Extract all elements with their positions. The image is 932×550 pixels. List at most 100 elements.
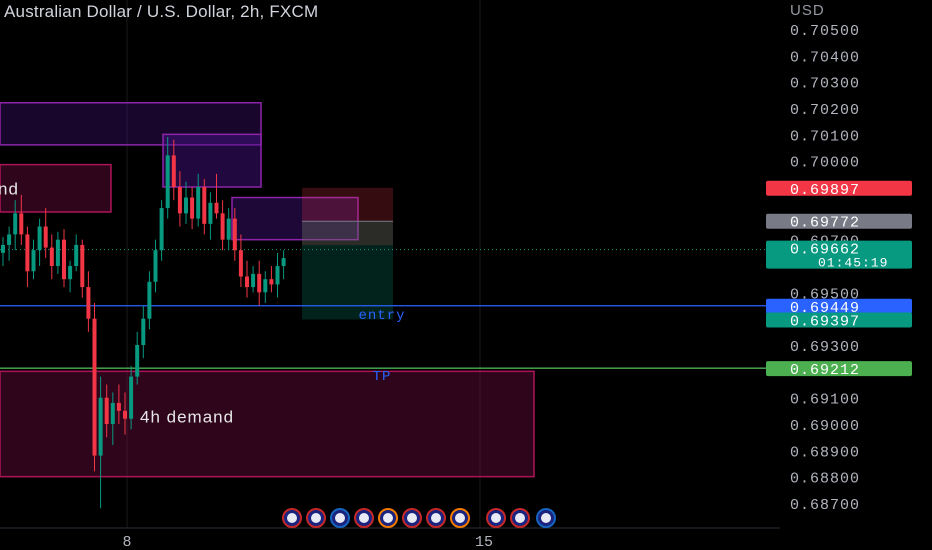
- h4-demand-zone: [0, 370, 535, 478]
- candle: [269, 266, 274, 293]
- event-icon-core: [407, 513, 417, 523]
- candle: [49, 234, 54, 280]
- candle: [74, 234, 79, 272]
- candle-body: [123, 410, 127, 419]
- candle: [263, 271, 268, 303]
- candle: [7, 226, 12, 261]
- candle-body: [177, 187, 182, 214]
- tp-tag-text: 0.69212: [790, 362, 860, 379]
- candle-body: [43, 226, 48, 248]
- candle: [141, 305, 146, 359]
- candle-body: [1, 244, 5, 253]
- price-tick: 0.70200: [790, 102, 860, 119]
- candle-body: [25, 234, 30, 272]
- candle-body: [98, 397, 103, 456]
- event-icon-core: [383, 513, 393, 523]
- price-tick: 0.70500: [790, 23, 860, 40]
- candle-body: [80, 244, 85, 288]
- candle: [43, 208, 48, 259]
- candle: [25, 226, 30, 288]
- candle-body: [171, 155, 176, 187]
- candle-body: [49, 247, 54, 266]
- candle: [202, 179, 207, 235]
- us-flag-icon[interactable]: [510, 508, 530, 528]
- left-demand-zone-label: nd: [0, 179, 19, 198]
- time-axis[interactable]: 8 15: [0, 527, 780, 550]
- price-tick: 0.69000: [790, 418, 860, 435]
- candle-body: [208, 202, 213, 224]
- us-flag-icon[interactable]: [378, 508, 398, 528]
- candle-body: [13, 213, 18, 235]
- candle: [62, 229, 66, 288]
- candle-body: [214, 202, 219, 214]
- us-flag-icon[interactable]: [354, 508, 374, 528]
- h4-demand-zone-label: 4h demand: [140, 408, 234, 427]
- candle-body: [196, 187, 201, 219]
- price-chart[interactable]: entry TP nd 4h demand 0.70500 0.70400 0.70300…: [0, 0, 932, 550]
- supply-zone-inner: [162, 133, 262, 188]
- candle-body: [68, 266, 73, 280]
- candle-body: [31, 250, 36, 272]
- eu-flag-icon[interactable]: [486, 508, 506, 528]
- candle-body: [37, 226, 42, 251]
- candle-body: [190, 197, 195, 219]
- candle-body: [104, 397, 109, 424]
- candle-body: [135, 345, 140, 377]
- candle: [147, 271, 152, 330]
- event-icon-core: [431, 513, 441, 523]
- candle: [68, 260, 73, 293]
- candle-body: [226, 218, 231, 240]
- event-icon-core: [335, 513, 345, 523]
- tp-line-label: TP: [373, 369, 392, 385]
- candle: [55, 231, 60, 274]
- candle: [281, 250, 286, 280]
- position-tool[interactable]: [302, 187, 393, 320]
- us-flag-icon[interactable]: [426, 508, 446, 528]
- candle-body: [281, 258, 286, 266]
- time-tick-15: 15: [475, 534, 493, 550]
- us-flag-icon[interactable]: [306, 508, 326, 528]
- candle-body: [202, 187, 207, 224]
- event-icon-core: [455, 513, 465, 523]
- economic-events[interactable]: [282, 508, 556, 528]
- candle: [135, 331, 140, 385]
- candle: [184, 181, 188, 224]
- candle: [208, 192, 213, 240]
- candle: [86, 271, 91, 332]
- candle-body: [129, 376, 134, 419]
- candle-body: [74, 244, 79, 266]
- us-flag-icon[interactable]: [282, 508, 302, 528]
- candle-body: [159, 208, 164, 251]
- candle-body: [141, 318, 146, 345]
- event-icon-core: [541, 513, 551, 523]
- us-flag-icon[interactable]: [450, 508, 470, 528]
- eu-flag-icon[interactable]: [330, 508, 350, 528]
- price-tick: 0.70400: [790, 49, 860, 66]
- candle: [159, 200, 164, 261]
- candle: [92, 302, 97, 472]
- price-tick: 0.69100: [790, 392, 860, 409]
- candle-body: [110, 402, 115, 424]
- candle: [245, 260, 249, 298]
- event-icon-core: [287, 513, 297, 523]
- entry-line-label: entry: [358, 308, 405, 324]
- red-tag-text: 0.69897: [790, 182, 860, 199]
- stop-tag-text: 0.69397: [790, 313, 860, 330]
- candle: [251, 266, 256, 293]
- price-tick: 0.70100: [790, 128, 860, 145]
- candle-body: [116, 402, 121, 411]
- eu-flag-icon[interactable]: [402, 508, 422, 528]
- time-tick-8: 8: [122, 534, 131, 550]
- candle: [275, 252, 280, 298]
- candle-body: [153, 250, 158, 282]
- candle-body: [184, 197, 188, 214]
- candle-body: [257, 273, 262, 293]
- gray-tag-text: 0.69772: [790, 215, 860, 232]
- candle-body: [19, 213, 24, 235]
- candle: [37, 218, 42, 266]
- price-tick: 0.68700: [790, 497, 860, 514]
- price-tick: 0.70000: [790, 155, 860, 172]
- candle-body: [269, 279, 274, 285]
- event-icon-core: [491, 513, 501, 523]
- us-flag-icon[interactable]: [536, 508, 556, 528]
